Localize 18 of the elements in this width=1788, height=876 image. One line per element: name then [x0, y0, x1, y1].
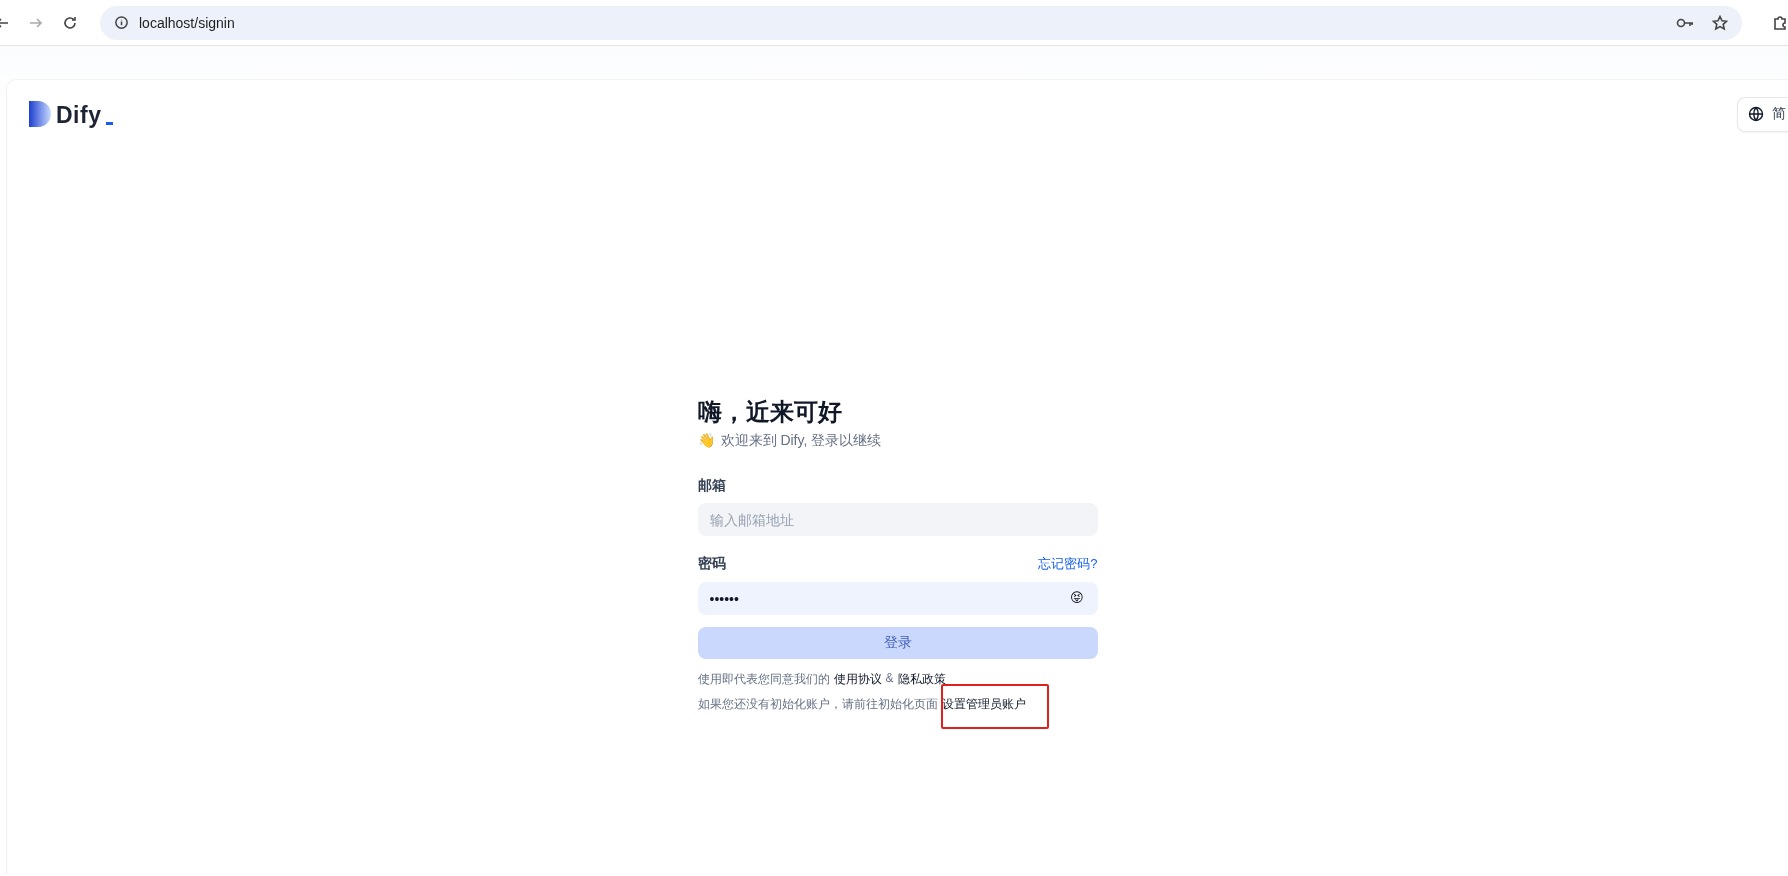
privacy-link[interactable]: 隐私政策 — [897, 671, 946, 688]
emoji-toggle[interactable]: 😝 — [1069, 590, 1084, 606]
email-field[interactable]: 输入邮箱地址 — [697, 503, 1098, 536]
welcome-title: 嗨，近来可好 — [697, 397, 843, 427]
ampersand-text: & — [885, 671, 894, 687]
forgot-password-link[interactable]: 忘记密码? — [1038, 555, 1098, 573]
password-label: 密码 — [697, 555, 726, 573]
terms-text: 使用即代表您同意我们的 — [697, 671, 830, 688]
email-label: 邮箱 — [697, 477, 726, 495]
wave-emoji: 👋 — [697, 432, 715, 450]
address-bar[interactable]: localhost/signin — [100, 5, 1742, 40]
logo-text: Dify — [56, 104, 102, 127]
terms-link[interactable]: 使用协议 — [833, 671, 882, 688]
admin-setup-link[interactable]: 设置管理员账户 — [941, 696, 1026, 713]
init-text: 如果您还没有初始化账户，请前往初始化页面 — [697, 696, 938, 713]
url-text: localhost/signin — [139, 14, 235, 31]
language-button[interactable]: 简 — [1737, 96, 1788, 132]
welcome-subtitle: 欢迎来到 Dify, 登录以继续 — [720, 432, 882, 450]
